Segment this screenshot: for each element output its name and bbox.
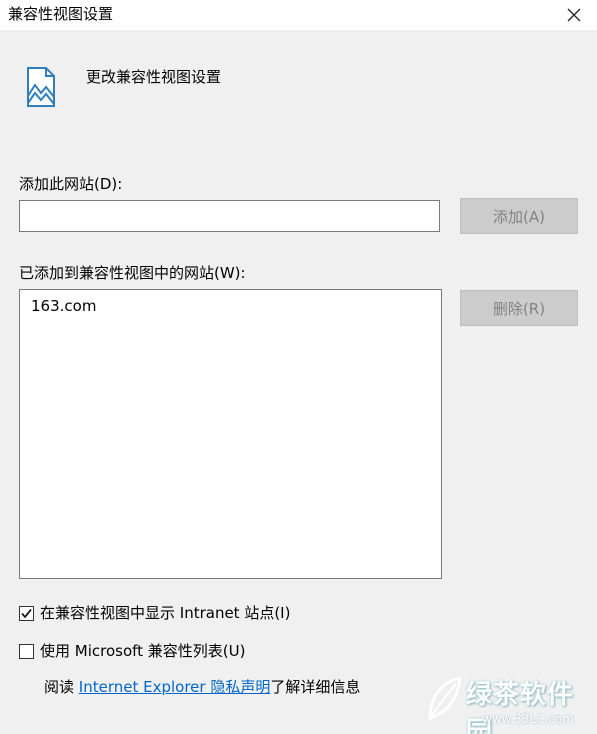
add-button[interactable]: 添加(A) [460,198,578,234]
close-icon [567,8,581,22]
add-site-label: 添加此网站(D): [19,175,123,193]
added-sites-label: 已添加到兼容性视图中的网站(W): [19,264,246,282]
ms-list-option[interactable]: 使用 Microsoft 兼容性列表(U) [19,641,245,661]
privacy-statement: 阅读 Internet Explorer 隐私声明了解详细信息 [44,678,360,696]
add-site-input[interactable] [19,200,440,232]
ms-list-label: 使用 Microsoft 兼容性列表(U) [40,642,246,660]
intranet-option[interactable]: 在兼容性视图中显示 Intranet 站点(I) [19,603,290,623]
privacy-prefix: 阅读 [44,678,79,696]
document-image-icon [27,67,55,107]
compat-view-dialog: 兼容性视图设置 更改兼容性视图设置 添加此网站(D): 添加(A) 已添加到兼容… [0,0,597,734]
dialog-heading: 更改兼容性视图设置 [86,68,222,86]
list-item[interactable]: 163.com [31,296,441,316]
remove-button[interactable]: 删除(R) [460,290,578,326]
added-sites-list[interactable]: 163.com [19,289,442,579]
privacy-suffix: 了解详细信息 [270,678,361,696]
site-watermark: 绿茶软件园 www.33LC.com [420,668,597,734]
title-bar: 兼容性视图设置 [0,0,597,30]
privacy-link[interactable]: Internet Explorer 隐私声明 [79,678,271,696]
window-title: 兼容性视图设置 [8,5,114,23]
close-button[interactable] [551,0,597,30]
watermark-url: www.33LC.com [482,712,574,726]
intranet-label: 在兼容性视图中显示 Intranet 站点(I) [40,604,291,622]
intranet-checkbox[interactable] [19,605,34,621]
ms-list-checkbox[interactable] [19,643,34,659]
checkmark-icon [21,608,32,618]
leaf-logo-icon [428,676,462,721]
